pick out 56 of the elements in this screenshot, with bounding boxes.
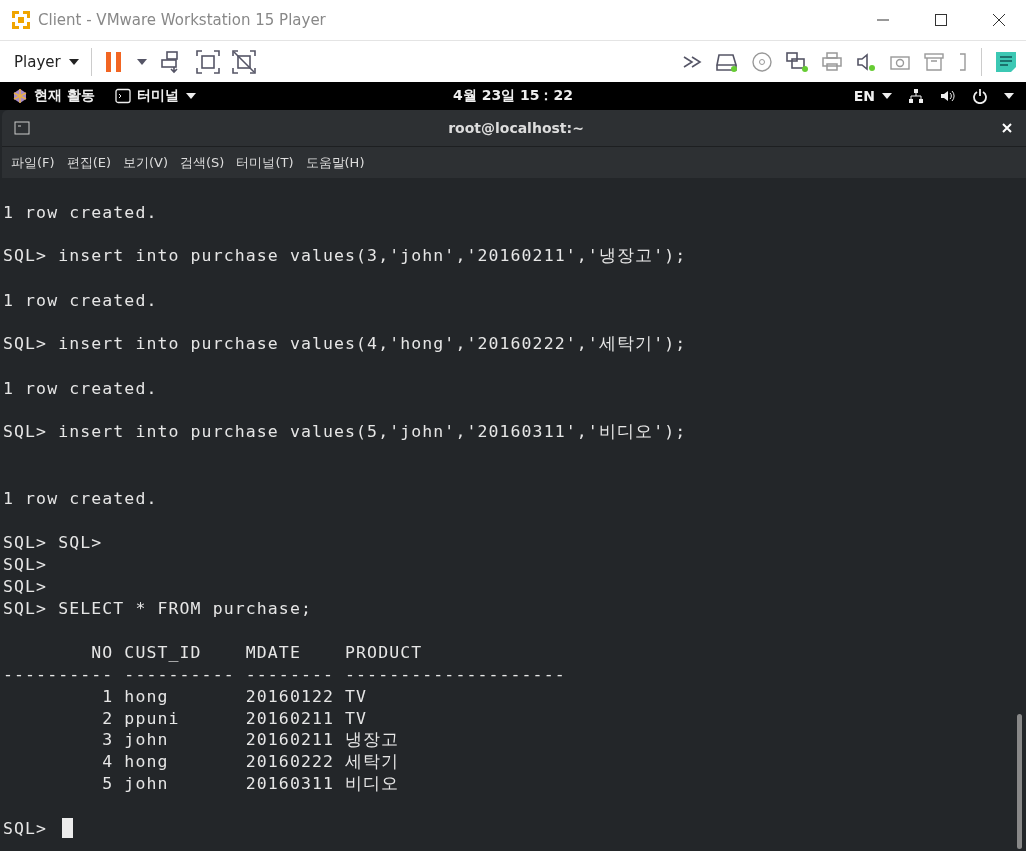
terminal-line: 1 row created.: [3, 378, 158, 398]
network-adapter-icon[interactable]: [785, 50, 809, 73]
terminal-icon: [114, 88, 131, 104]
menu-item[interactable]: 검색(S): [180, 153, 225, 172]
caret-icon: [882, 93, 892, 99]
terminal-line: 3 john 20160211 냉장고: [101, 729, 400, 751]
sql-prompt: SQL>: [3, 818, 48, 838]
more-devices-icon[interactable]: [683, 55, 703, 68]
network-icon[interactable]: [908, 88, 924, 104]
window-title: Client - VMware Workstation 15 Player: [38, 11, 326, 29]
terminal-line: SQL>: [3, 576, 48, 596]
terminal-line: 1 hong 20160122 TV: [101, 686, 368, 706]
maximize-icon[interactable]: [934, 13, 948, 27]
terminal-line: 1 row created.: [3, 202, 158, 222]
menu-item[interactable]: 편집(E): [66, 153, 111, 172]
terminal-line: 1 row created.: [3, 290, 158, 310]
text-cursor: [62, 818, 74, 838]
fullscreen-icon[interactable]: [195, 49, 220, 74]
note-icon[interactable]: [994, 49, 1018, 74]
close-icon[interactable]: [992, 13, 1006, 27]
volume-icon[interactable]: [940, 88, 956, 104]
language-menu-button[interactable]: EN: [853, 88, 892, 104]
cd-icon[interactable]: [751, 50, 773, 73]
terminal-line: ---------- ---------- -------- --------------------: [3, 664, 566, 684]
player-menu-button[interactable]: Player: [14, 52, 79, 71]
terminal-icon: [14, 121, 30, 135]
terminal-line: SQL> SELECT * FROM purchase;: [3, 598, 312, 618]
menu-item[interactable]: 보기(V): [123, 153, 169, 172]
menu-item[interactable]: 터미널(T): [236, 153, 294, 172]
printer-icon[interactable]: [821, 50, 843, 73]
terminal-line: 5 john 20160311 비디오: [101, 773, 400, 795]
terminal-line: SQL> insert into purchase values(5,'john','20160311','비디오');: [3, 421, 687, 443]
terminal-line: SQL> insert into purchase values(4,'hong','20160222','세탁기');: [3, 333, 687, 355]
menu-item[interactable]: 도움말(H): [305, 153, 365, 172]
caret-icon[interactable]: [135, 57, 148, 66]
terminal-line: SQL> insert into purchase values(3,'john','20160211','냉장고');: [3, 245, 687, 267]
pause-icon[interactable]: [103, 50, 124, 73]
caret-icon: [68, 58, 79, 65]
unity-mode-icon[interactable]: [231, 49, 256, 74]
terminal-line: NO CUST_ID MDATE PRODUCT: [90, 642, 423, 662]
activities-logo-icon: [12, 88, 28, 104]
power-icon[interactable]: [972, 88, 988, 104]
terminal-line: SQL> SQL>: [3, 532, 103, 552]
terminal-line: 4 hong 20160222 세탁기: [101, 751, 400, 773]
activities-label[interactable]: 현재 활동: [34, 87, 95, 105]
scrollbar-thumb[interactable]: [1017, 714, 1022, 849]
terminal-line: 2 ppuni 20160211 TV: [101, 708, 368, 728]
menu-item[interactable]: 파일(F): [11, 153, 55, 172]
vmware-logo-icon: [10, 9, 32, 31]
terminal-title: root@localhost:~: [448, 120, 584, 136]
caret-icon: [185, 93, 196, 99]
app-menu-button[interactable]: 터미널: [136, 87, 196, 105]
terminal-line: 1 row created.: [3, 488, 158, 508]
clock[interactable]: 4월 23일 15：22: [453, 87, 573, 105]
terminal-line: SQL>: [3, 554, 48, 574]
caret-icon[interactable]: [1004, 93, 1014, 99]
